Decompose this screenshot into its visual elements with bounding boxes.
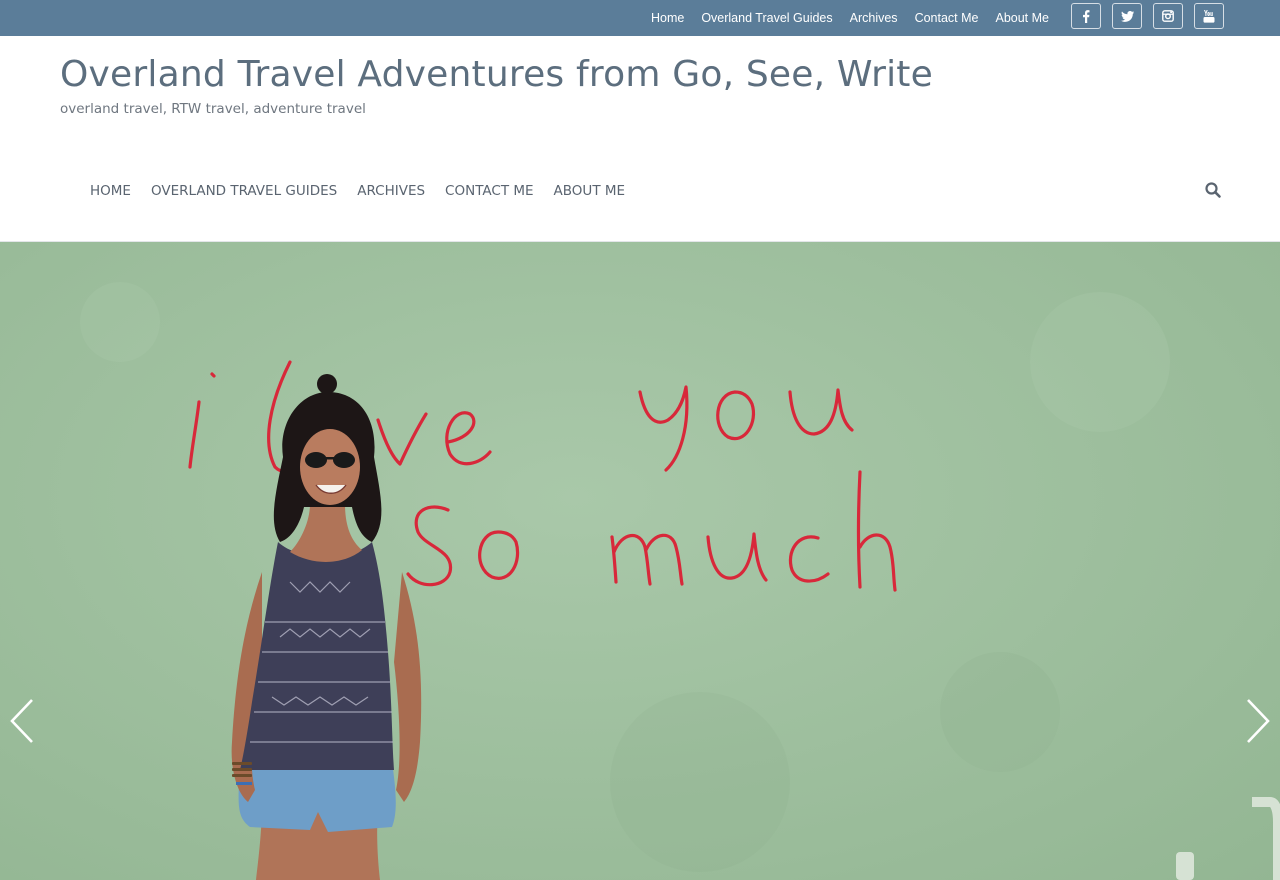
top-nav-home[interactable]: Home — [651, 11, 684, 25]
hero-image — [80, 282, 1280, 880]
main-nav-about-me[interactable]: ABOUT ME — [554, 183, 625, 199]
site-tagline: overland travel, RTW travel, adventure t… — [60, 101, 366, 117]
main-nav-contact-me[interactable]: CONTACT ME — [445, 183, 534, 199]
facebook-icon — [1083, 9, 1090, 23]
twitter-icon — [1120, 10, 1134, 22]
twitter-button[interactable] — [1112, 3, 1142, 29]
facebook-button[interactable] — [1071, 3, 1101, 29]
top-nav-overland-travel-guides[interactable]: Overland Travel Guides — [701, 11, 832, 25]
main-nav-home[interactable]: HOME — [90, 183, 131, 199]
top-nav-about-me[interactable]: About Me — [995, 11, 1049, 25]
youtube-icon — [1203, 9, 1215, 23]
search-icon[interactable] — [1204, 181, 1222, 199]
site-title[interactable]: Overland Travel Adventures from Go, See,… — [60, 54, 933, 95]
main-nav: HOME OVERLAND TRAVEL GUIDES ARCHIVES CON… — [90, 183, 645, 199]
main-nav-archives[interactable]: ARCHIVES — [357, 183, 425, 199]
main-nav-overland-travel-guides[interactable]: OVERLAND TRAVEL GUIDES — [151, 183, 337, 199]
chevron-right-icon[interactable] — [1244, 698, 1272, 744]
youtube-button[interactable] — [1194, 3, 1224, 29]
social-links — [1071, 3, 1235, 29]
top-nav-contact-me[interactable]: Contact Me — [915, 11, 979, 25]
top-nav-archives[interactable]: Archives — [850, 11, 898, 25]
woman-figure — [231, 374, 422, 880]
instagram-button[interactable] — [1153, 3, 1183, 29]
top-bar: Home Overland Travel Guides Archives Con… — [0, 0, 1280, 36]
top-nav: Home Overland Travel Guides Archives Con… — [634, 0, 1049, 36]
hero-slider — [0, 242, 1280, 880]
instagram-icon — [1162, 10, 1174, 22]
wall-pipe — [1176, 797, 1280, 880]
chevron-left-icon[interactable] — [8, 698, 36, 744]
